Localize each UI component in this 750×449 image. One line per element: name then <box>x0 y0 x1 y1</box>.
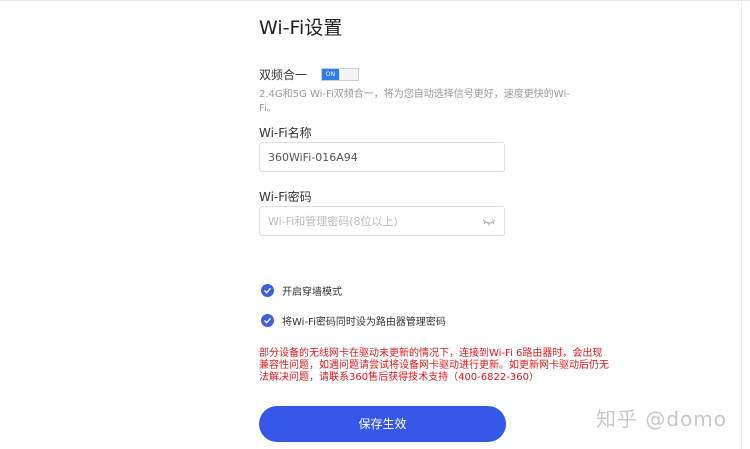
save-button[interactable]: 保存生效 <box>259 406 506 442</box>
wifi-password-label: Wi-Fi密码 <box>259 190 312 204</box>
dual-band-toggle[interactable]: ON <box>321 68 360 81</box>
sync-admin-password-label: 将Wi-Fi密码同时设为路由器管理密码 <box>282 317 446 328</box>
checkbox-checked-icon[interactable] <box>261 284 274 297</box>
wifi-name-value: 360WiFi-016A94 <box>268 151 358 164</box>
checkbox-checked-icon[interactable] <box>261 314 274 327</box>
scrollbar-track[interactable] <box>741 0 742 449</box>
top-divider <box>0 0 750 1</box>
compatibility-warning: 部分设备的无线网卡在驱动未更新的情况下，连接到Wi-Fi 6路由器时，会出现兼容… <box>259 348 609 383</box>
page-title: Wi-Fi设置 <box>259 17 343 39</box>
wifi-name-input[interactable]: 360WiFi-016A94 <box>259 142 505 172</box>
eye-closed-icon[interactable] <box>482 216 496 228</box>
toggle-on-indicator: ON <box>322 69 340 80</box>
dual-band-label: 双频合一 <box>259 68 308 82</box>
wall-penetration-option[interactable]: 开启穿墙模式 <box>261 283 342 298</box>
dual-band-row: 双频合一 ON <box>259 66 360 83</box>
dual-band-description: 2.4G和5G Wi-Fi双频合一，将为您自动选择信号更好，速度更快的Wi-Fi… <box>259 89 570 114</box>
watermark: 知乎 @domo <box>596 407 728 431</box>
wifi-name-label: Wi-Fi名称 <box>259 126 312 140</box>
wifi-password-input[interactable]: Wi-Fi和管理密码(8位以上) <box>259 206 505 236</box>
sync-admin-password-option[interactable]: 将Wi-Fi密码同时设为路由器管理密码 <box>261 313 446 328</box>
wifi-password-placeholder: Wi-Fi和管理密码(8位以上) <box>268 215 398 228</box>
wall-penetration-label: 开启穿墙模式 <box>282 287 342 298</box>
